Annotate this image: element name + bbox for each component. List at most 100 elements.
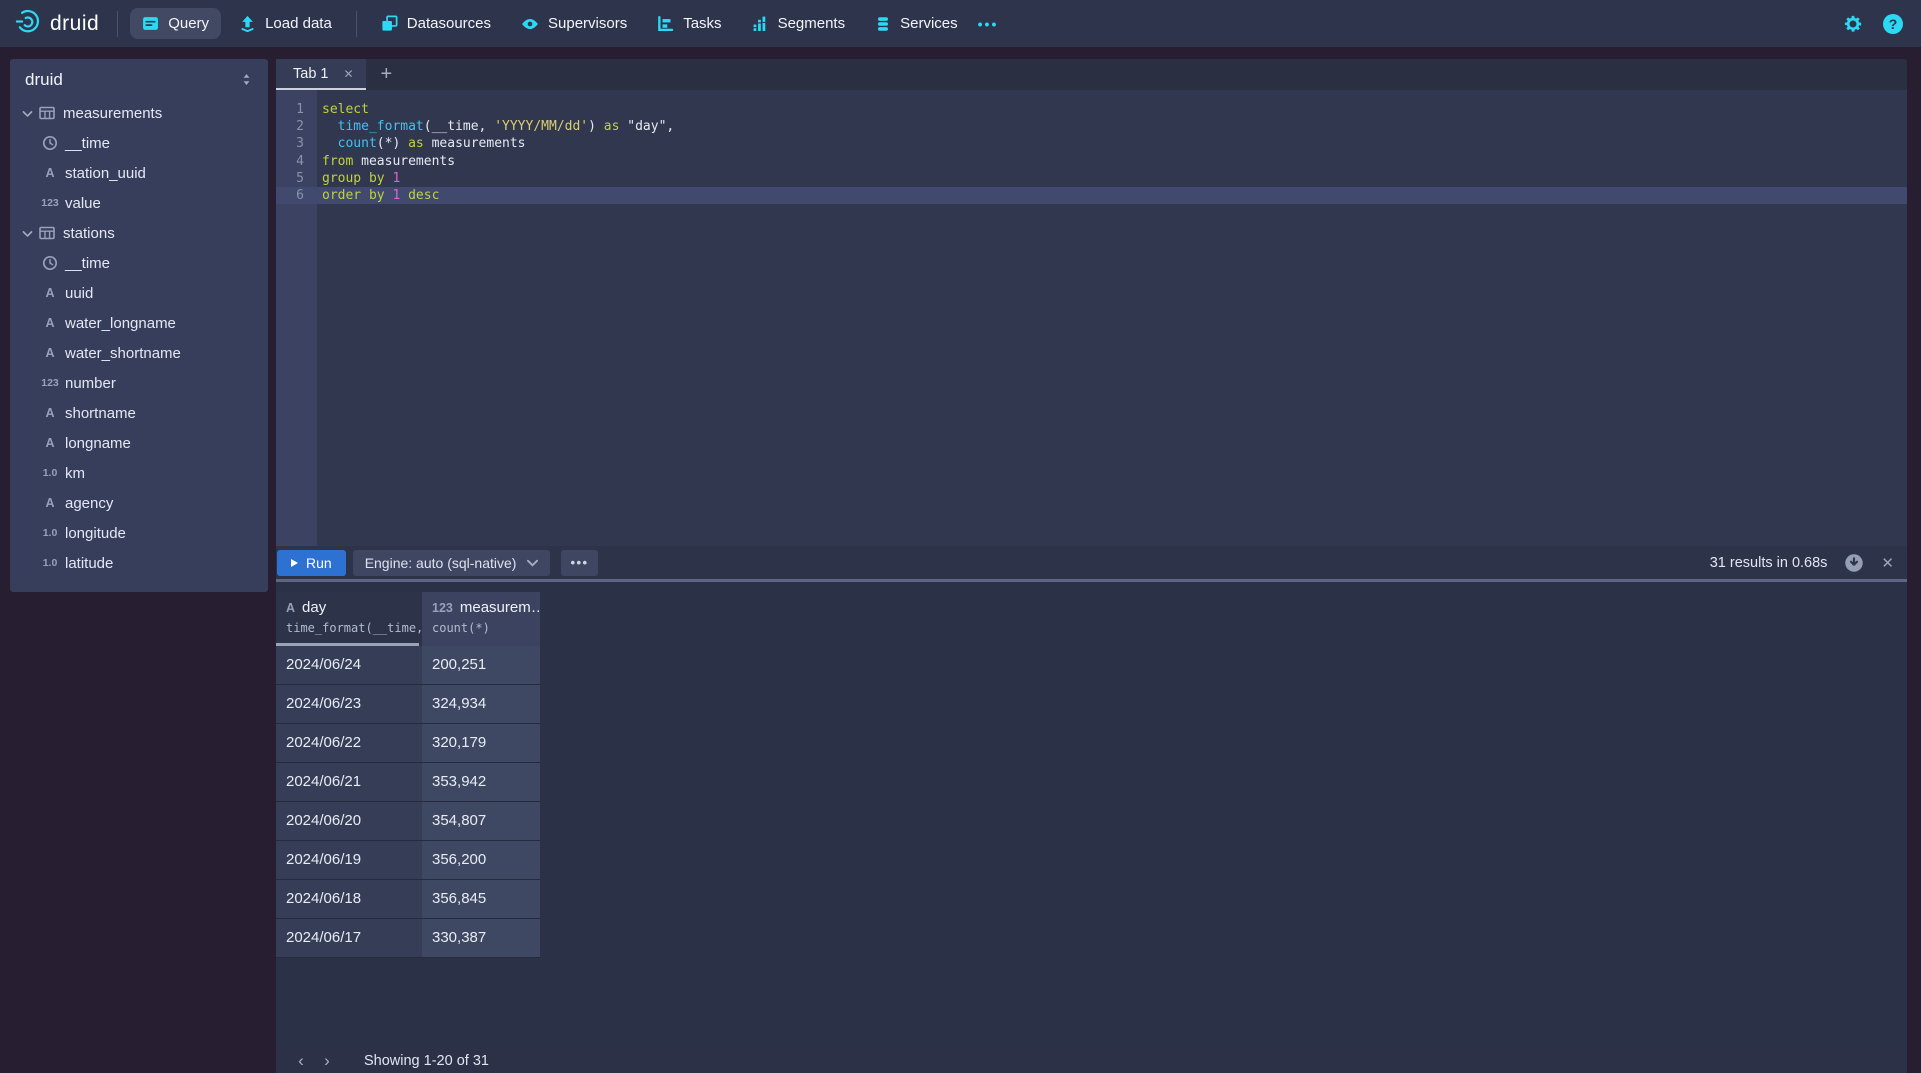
code-area: 1select2 time_format(__time, 'YYYY/MM/dd… xyxy=(276,90,1907,204)
run-more-button[interactable]: ••• xyxy=(561,550,597,576)
play-icon xyxy=(291,559,298,567)
datasources-icon xyxy=(381,15,398,32)
result-cell[interactable]: 320,179 xyxy=(422,724,540,763)
schema-title: druid xyxy=(25,70,63,90)
code-line-1: 1select xyxy=(276,101,1907,118)
tree-item-water_shortname[interactable]: Awater_shortname xyxy=(10,338,268,368)
nav-item-supervisors[interactable]: Supervisors xyxy=(509,8,639,40)
tree-item-km[interactable]: 1.0km xyxy=(10,458,268,488)
result-cell[interactable]: 2024/06/21 xyxy=(276,763,422,802)
tree-item-label: longname xyxy=(65,435,131,452)
line-number: 1 xyxy=(276,101,317,118)
float-type-icon: 1.0 xyxy=(40,557,60,569)
pagination-text: Showing 1-20 of 31 xyxy=(364,1053,489,1069)
tab-close-icon[interactable]: ✕ xyxy=(343,67,353,81)
result-cell[interactable]: 2024/06/24 xyxy=(276,646,422,685)
tree-item-label: __time xyxy=(65,255,110,272)
tab-tab1[interactable]: Tab 1 ✕ xyxy=(276,59,366,90)
column-header-measurem-[interactable]: 123measurem…count(*) xyxy=(422,592,540,646)
string-type-icon: A xyxy=(40,406,60,420)
result-cell[interactable]: 2024/06/23 xyxy=(276,685,422,724)
code-line-3: 3 count(*) as measurements xyxy=(276,135,1907,152)
next-page-button[interactable]: › xyxy=(314,1048,340,1073)
result-cell[interactable]: 2024/06/18 xyxy=(276,880,422,919)
string-type-icon: A xyxy=(286,601,295,615)
tree-item-measurements[interactable]: measurements xyxy=(10,98,268,128)
run-status: 31 results in 0.68s ✕ xyxy=(1710,553,1894,573)
result-cell[interactable]: 2024/06/20 xyxy=(276,802,422,841)
settings-gear-icon[interactable] xyxy=(1843,14,1863,34)
tree-item-__time[interactable]: __time xyxy=(10,128,268,158)
chevron-down-icon xyxy=(527,559,538,567)
result-count-text: 31 results in 0.68s xyxy=(1710,555,1828,571)
tree-item-__time[interactable]: __time xyxy=(10,248,268,278)
nav-right: ? xyxy=(1843,14,1903,34)
table-row: 2024/06/22320,179 xyxy=(276,724,1907,763)
result-cell[interactable]: 2024/06/17 xyxy=(276,919,422,958)
result-cell[interactable]: 354,807 xyxy=(422,802,540,841)
nav-item-label: Datasources xyxy=(407,15,491,32)
engine-select[interactable]: Engine: auto (sql-native) xyxy=(353,550,551,576)
nav-item-label: Services xyxy=(900,15,958,32)
nav-item-load-data[interactable]: Load data xyxy=(227,8,344,39)
code-line-2: 2 time_format(__time, 'YYYY/MM/dd') as "… xyxy=(276,118,1907,135)
nav-item-label: Tasks xyxy=(683,15,721,32)
code-line-6: 6order by 1 desc xyxy=(276,187,1907,204)
tree-item-latitude[interactable]: 1.0latitude xyxy=(10,548,268,578)
tree-item-agency[interactable]: Aagency xyxy=(10,488,268,518)
tree-item-value[interactable]: 123value xyxy=(10,188,268,218)
column-expression: time_format(__time, … xyxy=(286,621,422,635)
column-header-day[interactable]: Adaytime_format(__time, … xyxy=(276,592,422,646)
tree-item-stations[interactable]: stations xyxy=(10,218,268,248)
supervisors-icon xyxy=(521,15,539,33)
table-icon xyxy=(38,105,55,121)
download-icon[interactable] xyxy=(1844,553,1864,573)
result-cell[interactable]: 353,942 xyxy=(422,763,540,802)
nav-item-tasks[interactable]: Tasks xyxy=(645,8,733,39)
druid-logo[interactable]: druid xyxy=(14,8,99,40)
line-number: 6 xyxy=(276,187,317,204)
result-cell[interactable]: 356,200 xyxy=(422,841,540,880)
tree-item-longitude[interactable]: 1.0longitude xyxy=(10,518,268,548)
tree-item-station_uuid[interactable]: Astation_uuid xyxy=(10,158,268,188)
float-type-icon: 1.0 xyxy=(40,467,60,479)
tree-item-label: __time xyxy=(65,135,110,152)
tab-bar: Tab 1 ✕ + xyxy=(276,59,1907,90)
sql-editor[interactable]: 1select2 time_format(__time, 'YYYY/MM/dd… xyxy=(276,90,1907,546)
tree-item-shortname[interactable]: Ashortname xyxy=(10,398,268,428)
result-cell[interactable]: 200,251 xyxy=(422,646,540,685)
result-cell[interactable]: 2024/06/19 xyxy=(276,841,422,880)
tree-item-number[interactable]: 123number xyxy=(10,368,268,398)
nav-item-segments[interactable]: Segments xyxy=(740,8,858,39)
prev-page-button[interactable]: ‹ xyxy=(288,1048,314,1073)
number-type-icon: 123 xyxy=(40,377,60,389)
nav-item-label: Query xyxy=(168,15,209,32)
result-cell[interactable]: 330,387 xyxy=(422,919,540,958)
help-icon[interactable]: ? xyxy=(1883,14,1903,34)
result-cell[interactable]: 356,845 xyxy=(422,880,540,919)
result-cell[interactable]: 324,934 xyxy=(422,685,540,724)
nav-item-query[interactable]: Query xyxy=(130,8,221,39)
sort-columns-icon[interactable] xyxy=(239,72,254,87)
code-text: order by 1 desc xyxy=(317,187,1907,204)
code-line-5: 5group by 1 xyxy=(276,170,1907,187)
table-row: 2024/06/23324,934 xyxy=(276,685,1907,724)
nav-more-button[interactable]: ••• xyxy=(970,9,1007,39)
table-icon xyxy=(38,225,55,241)
tree-item-longname[interactable]: Alongname xyxy=(10,428,268,458)
segments-icon xyxy=(752,15,769,32)
tree-item-water_longname[interactable]: Awater_longname xyxy=(10,308,268,338)
code-text: time_format(__time, 'YYYY/MM/dd') as "da… xyxy=(317,118,1907,135)
nav-divider xyxy=(356,11,357,37)
run-button[interactable]: Run xyxy=(277,550,346,576)
tree-item-label: water_longname xyxy=(65,315,176,332)
add-tab-button[interactable]: + xyxy=(381,59,393,90)
nav-item-services[interactable]: Services xyxy=(863,8,970,39)
table-row: 2024/06/21353,942 xyxy=(276,763,1907,802)
result-cell[interactable]: 2024/06/22 xyxy=(276,724,422,763)
nav-item-datasources[interactable]: Datasources xyxy=(369,8,503,39)
number-type-icon: 123 xyxy=(432,601,453,615)
tree-item-uuid[interactable]: Auuid xyxy=(10,278,268,308)
close-results-icon[interactable]: ✕ xyxy=(1881,554,1894,572)
clock-icon xyxy=(40,135,60,151)
